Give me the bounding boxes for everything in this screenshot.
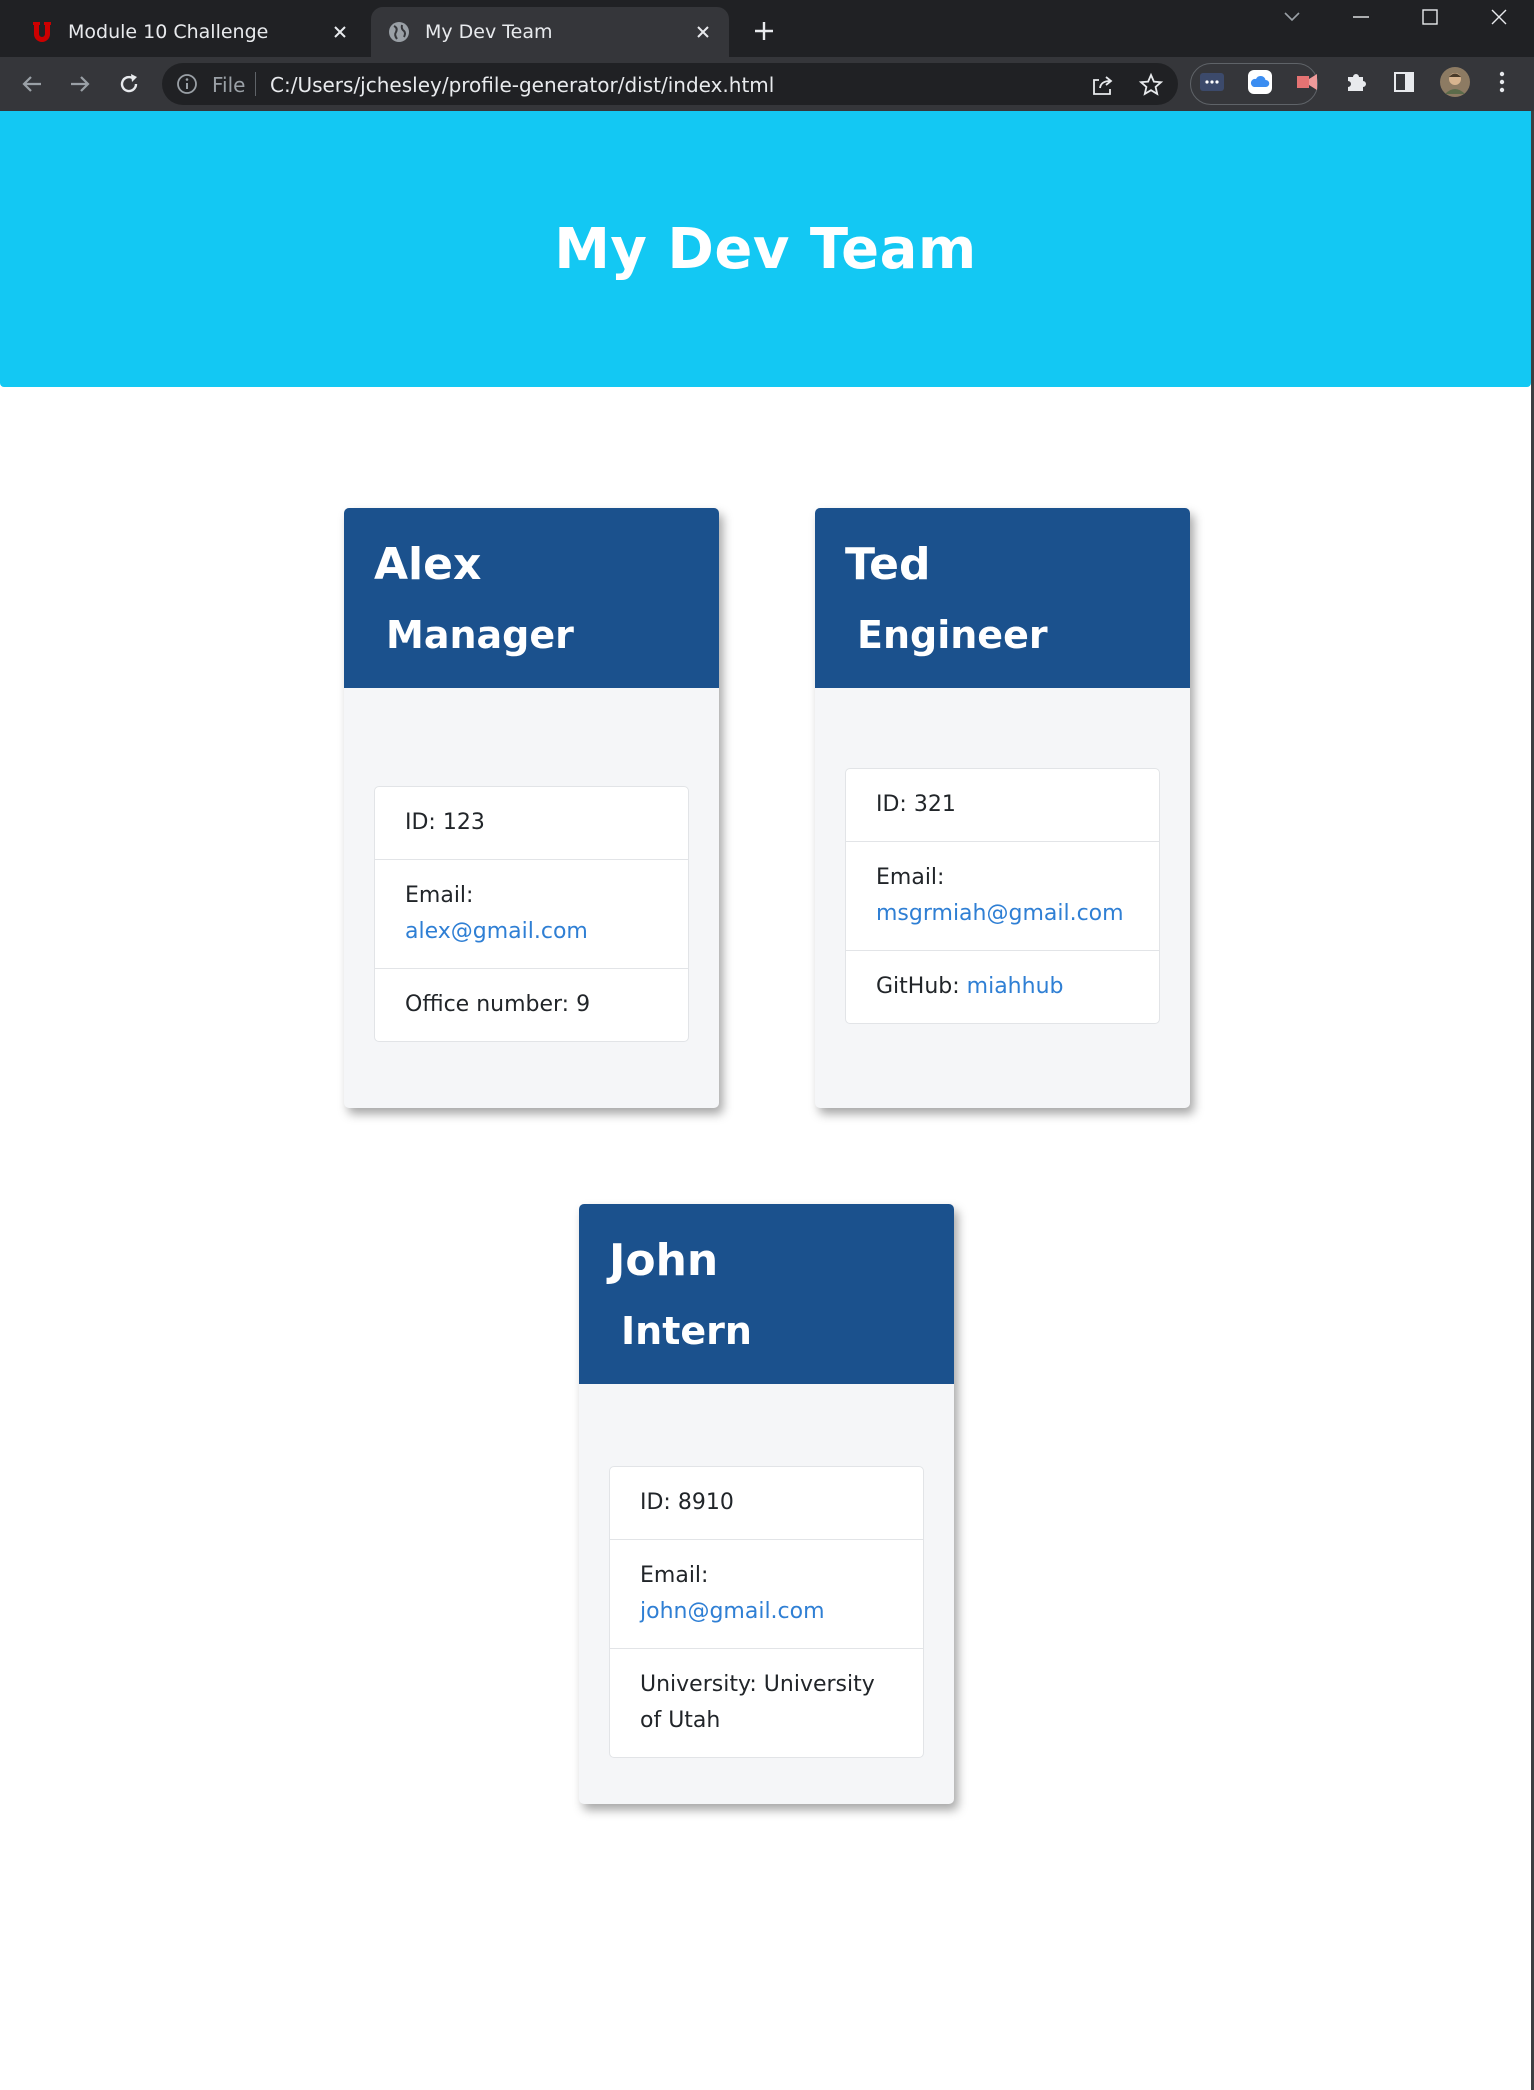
info-icon[interactable] — [176, 73, 198, 95]
u-of-utah-icon — [33, 22, 51, 42]
email-link[interactable]: john@gmail.com — [640, 1599, 825, 1624]
url-text[interactable]: C:/Users/jchesley/profile-generator/dist… — [270, 73, 774, 97]
back-arrow-icon[interactable] — [16, 68, 48, 100]
close-window-icon[interactable] — [1479, 2, 1519, 32]
url-scheme: File — [212, 73, 246, 97]
card-header: Ted Engineer — [815, 508, 1190, 688]
employee-name: John — [609, 1235, 719, 1286]
id-item: ID: 321 — [876, 792, 956, 817]
share-icon[interactable] — [1090, 72, 1116, 98]
id-value: 8910 — [677, 1490, 734, 1515]
office-number-item: Office number: 9 — [375, 968, 688, 1041]
github-item: GitHub: miahhub — [846, 950, 1159, 1023]
id-value: 123 — [442, 810, 485, 835]
side-panel-icon[interactable] — [1390, 68, 1418, 96]
forward-arrow-icon[interactable] — [64, 68, 96, 100]
page-title: My Dev Team — [554, 216, 977, 282]
employee-name: Ted — [845, 539, 931, 590]
info-list: ID: 123 Email: alex@gmail.com Office num… — [374, 786, 689, 1042]
employee-card-intern: John Intern ID: 8910 Email: john@gmail.c… — [579, 1204, 954, 1804]
bookmark-star-icon[interactable] — [1138, 72, 1164, 98]
tab-search-chevron-icon[interactable] — [1272, 2, 1312, 32]
employee-role: Engineer — [857, 613, 1048, 657]
maximize-icon[interactable] — [1410, 2, 1450, 32]
video-extension-icon[interactable] — [1294, 68, 1322, 96]
tab-title: Module 10 Challenge — [68, 21, 269, 43]
employee-role: Intern — [621, 1309, 752, 1353]
card-header: John Intern — [579, 1204, 954, 1384]
browser-toolbar: File C:/Users/jchesley/profile-generator… — [0, 57, 1534, 111]
close-tab-icon[interactable] — [689, 18, 717, 46]
info-list: ID: 8910 Email: john@gmail.com Universit… — [609, 1466, 924, 1758]
employee-role: Manager — [386, 613, 574, 657]
office-number-value: 9 — [576, 992, 591, 1017]
university-item: University: University of Utah — [610, 1648, 923, 1757]
id-value: 321 — [913, 792, 956, 817]
tab-title: My Dev Team — [425, 21, 553, 43]
minimize-icon[interactable] — [1341, 2, 1381, 32]
extensions-puzzle-icon[interactable] — [1342, 68, 1370, 96]
info-list: ID: 321 Email: msgrmiah@gmail.com GitHub… — [845, 768, 1160, 1024]
github-link[interactable]: miahhub — [967, 974, 1064, 999]
email-item: Email: john@gmail.com — [610, 1539, 923, 1648]
email-link[interactable]: msgrmiah@gmail.com — [876, 901, 1124, 926]
globe-icon — [389, 22, 409, 42]
header-banner: My Dev Team — [0, 111, 1531, 387]
email-item: Email: msgrmiah@gmail.com — [846, 841, 1159, 950]
browser-window: Module 10 Challenge My Dev Team File C:/… — [0, 0, 1534, 2090]
tab-strip: Module 10 Challenge My Dev Team — [0, 0, 1534, 57]
id-item: ID: 8910 — [640, 1490, 734, 1515]
icloud-extension-icon[interactable] — [1246, 68, 1274, 96]
reload-icon[interactable] — [113, 68, 145, 100]
address-bar[interactable]: File C:/Users/jchesley/profile-generator… — [162, 63, 1178, 105]
email-link[interactable]: alex@gmail.com — [405, 919, 588, 944]
tab-my-dev-team[interactable]: My Dev Team — [371, 7, 729, 57]
employee-name: Alex — [374, 539, 482, 590]
card-header: Alex Manager — [344, 508, 719, 688]
close-tab-icon[interactable] — [326, 18, 354, 46]
url-separator — [255, 72, 256, 96]
profile-avatar[interactable] — [1438, 65, 1472, 99]
employee-card-engineer: Ted Engineer ID: 321 Email: msgrmiah@gma… — [815, 508, 1190, 1108]
tab-module-10-challenge[interactable]: Module 10 Challenge — [14, 7, 366, 57]
id-item: ID: 123 — [405, 810, 485, 835]
page-viewport: My Dev Team Alex Manager ID: 123 Email: … — [0, 111, 1531, 2090]
employee-card-manager: Alex Manager ID: 123 Email: alex@gmail.c… — [344, 508, 719, 1108]
password-manager-extension-icon[interactable] — [1198, 68, 1226, 96]
new-tab-button[interactable] — [748, 15, 780, 47]
email-item: Email: alex@gmail.com — [375, 859, 688, 968]
menu-kebab-icon[interactable] — [1488, 68, 1516, 96]
